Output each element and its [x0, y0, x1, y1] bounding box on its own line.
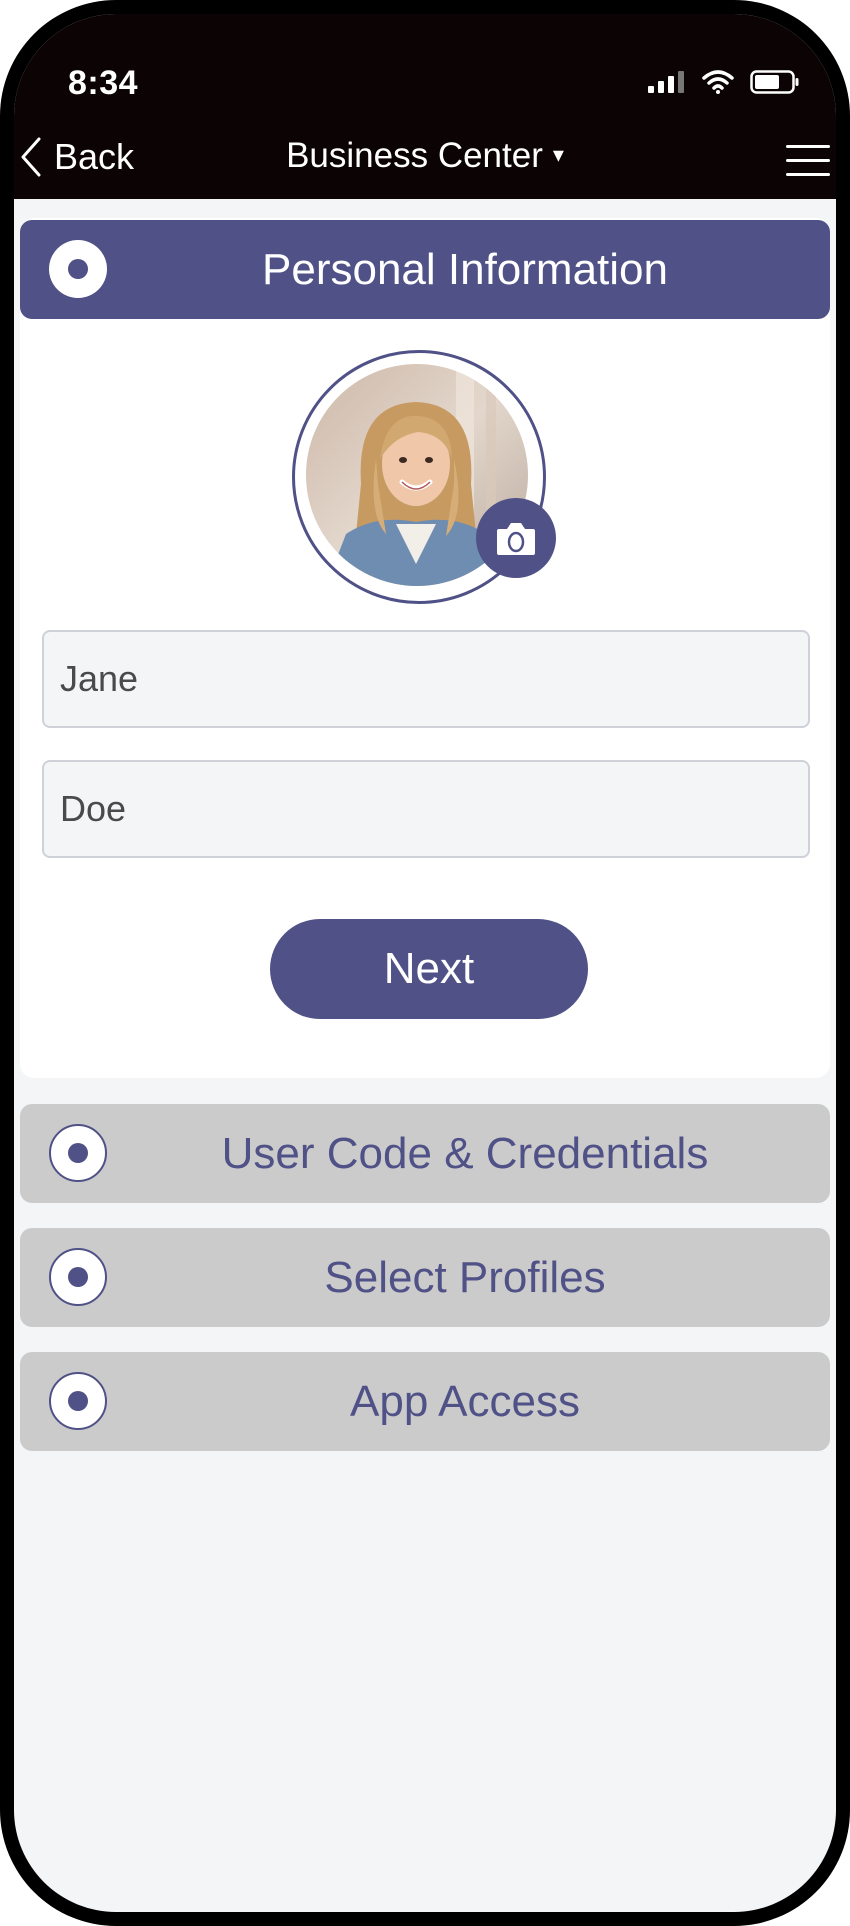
first-name-field[interactable] [42, 630, 810, 728]
screen: 8:34 Back Business Center ▾ Personal Inf… [14, 14, 836, 1912]
status-time: 8:34 [68, 64, 139, 102]
phone-frame: 8:34 Back Business Center ▾ Personal Inf… [0, 0, 850, 1926]
radio-icon [49, 1372, 107, 1430]
section-label: App Access [350, 1376, 580, 1426]
radio-selected-icon [49, 240, 107, 298]
radio-icon [49, 1248, 107, 1306]
avatar [292, 350, 556, 604]
section-label: Select Profiles [324, 1252, 606, 1302]
next-button[interactable]: Next [270, 919, 588, 1019]
top-bar: 8:34 Back Business Center ▾ [14, 14, 836, 199]
section-header-select-profiles[interactable]: Select Profiles [20, 1228, 830, 1327]
camera-icon [497, 523, 535, 555]
page-title: Business Center [286, 136, 543, 175]
page-title-dropdown[interactable]: Business Center ▾ [14, 136, 836, 176]
battery-icon [750, 70, 799, 94]
section-header-app-access[interactable]: App Access [20, 1352, 830, 1451]
section-header-user-code-credentials[interactable]: User Code & Credentials [20, 1104, 830, 1203]
section-header-personal-information[interactable]: Personal Information [20, 220, 830, 319]
caret-down-icon: ▾ [552, 142, 564, 167]
hamburger-menu-icon[interactable] [786, 145, 830, 177]
section-label: User Code & Credentials [221, 1128, 709, 1178]
section-label: Personal Information [262, 244, 668, 294]
radio-icon [49, 1124, 107, 1182]
wifi-icon [702, 70, 734, 94]
status-icons [648, 70, 800, 94]
signal-icon [648, 71, 684, 93]
last-name-field[interactable] [42, 760, 810, 858]
change-photo-button[interactable] [476, 498, 556, 578]
